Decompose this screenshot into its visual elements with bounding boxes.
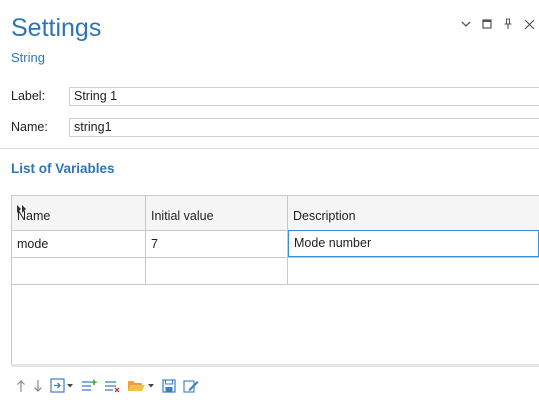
move-up-icon[interactable] <box>16 376 26 396</box>
name-field-label: Name: <box>11 120 48 134</box>
window-controls <box>460 16 535 32</box>
delete-list-icon[interactable] <box>104 376 120 396</box>
settings-window: Settings String Label: String 1 Name: st… <box>0 0 539 404</box>
cell-name[interactable] <box>12 258 146 284</box>
cell-initial-value[interactable] <box>146 258 288 284</box>
section-title[interactable]: List of Variables <box>11 160 115 178</box>
label-field-label: Label: <box>11 89 46 103</box>
name-field-row: Name: string1 <box>11 117 539 137</box>
column-header-initial-value[interactable]: Initial value <box>146 196 288 230</box>
add-icon[interactable] <box>50 376 74 396</box>
page-subtitle: String <box>11 50 45 65</box>
name-input[interactable]: string1 <box>69 117 539 137</box>
table-row[interactable] <box>12 258 539 285</box>
column-header-description[interactable]: Description <box>288 196 539 230</box>
label-field-row: Label: String 1 <box>11 86 539 106</box>
cell-initial-value[interactable]: 7 <box>146 231 288 257</box>
move-down-icon[interactable] <box>33 376 43 396</box>
cell-description[interactable] <box>288 258 539 284</box>
table-header: Name Initial value Description <box>12 196 539 231</box>
page-title: Settings <box>11 14 102 42</box>
label-input[interactable]: String 1 <box>69 86 539 106</box>
divider <box>0 148 539 149</box>
table-row[interactable]: mode 7 Mode number <box>12 230 539 258</box>
chevron-down-icon[interactable] <box>460 17 472 31</box>
expand-columns-icon[interactable] <box>17 199 27 213</box>
column-header-name[interactable]: Name <box>12 196 146 230</box>
maximize-icon[interactable] <box>481 17 493 31</box>
cell-name[interactable]: mode <box>12 231 146 257</box>
cell-description[interactable]: Mode number <box>288 230 539 257</box>
open-folder-icon[interactable] <box>127 376 155 396</box>
save-icon[interactable] <box>162 376 176 396</box>
edit-icon[interactable] <box>183 376 199 396</box>
pin-icon[interactable] <box>502 17 514 31</box>
close-icon[interactable] <box>523 17 535 31</box>
table-resize-bar[interactable] <box>11 364 539 367</box>
table-toolbar <box>16 376 206 396</box>
add-list-icon[interactable] <box>81 376 97 396</box>
variables-table: Name Initial value Description mode 7 Mo… <box>11 195 539 365</box>
